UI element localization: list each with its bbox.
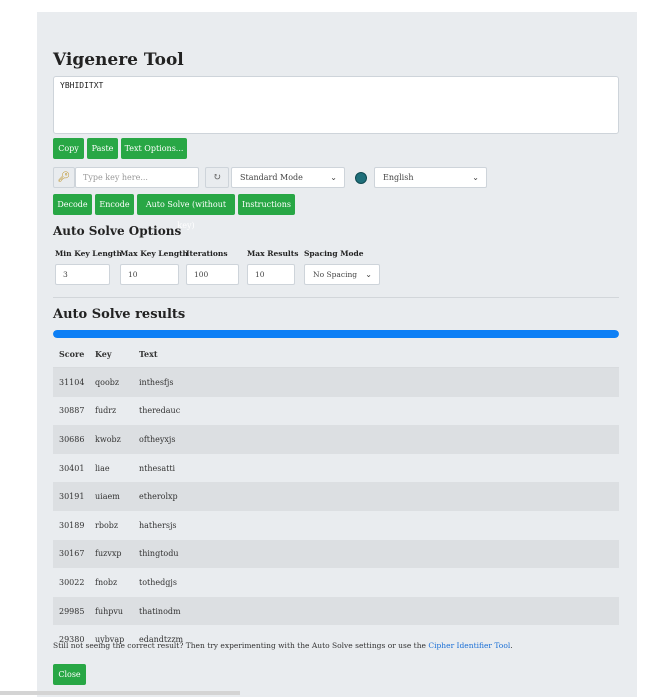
table-row: 30887 fudrz theredauc <box>53 397 619 426</box>
chevron-down-icon: ⌄ <box>365 270 372 279</box>
key-cell: liae <box>95 463 110 473</box>
decode-button[interactable]: Decode <box>53 194 92 215</box>
table-row: 30189 rbobz hathersjs <box>53 511 619 540</box>
table-row: 30022 fnobz tothedgjs <box>53 568 619 597</box>
min-key-length-label: Min Key Length <box>55 249 122 258</box>
auto-solve-button[interactable]: Auto Solve (without key) <box>137 194 235 230</box>
footnote-end: . <box>510 641 513 650</box>
mode-value: Standard Mode <box>240 173 303 182</box>
score-cell: 30887 <box>59 406 85 416</box>
key-cell: fudrz <box>95 406 117 416</box>
auto-solve-options-title: Auto Solve Options <box>53 224 182 238</box>
footnote: Still not seeing the correct result? The… <box>53 641 513 650</box>
text-cell: oftheyxjs <box>138 425 619 454</box>
table-row: 31104 qoobz inthesfjs <box>53 367 619 397</box>
page-title: Vigenere Tool <box>53 50 184 70</box>
text-cell: tothedgjs <box>139 577 177 587</box>
text-header: Text <box>138 340 619 368</box>
mode-select[interactable]: Standard Mode ⌄ <box>231 167 345 188</box>
encode-button[interactable]: Encode <box>95 194 134 215</box>
max-key-length-label: Max Key Length <box>120 249 188 258</box>
score-cell: 30022 <box>59 577 85 587</box>
refresh-button[interactable]: ↻ <box>205 167 229 188</box>
iterations-input[interactable]: 100 <box>186 264 239 285</box>
score-cell: 30401 <box>59 463 85 473</box>
close-button[interactable]: Close <box>53 664 86 685</box>
text-cell: hathersjs <box>139 520 177 530</box>
language-value: English <box>383 173 414 182</box>
language-select[interactable]: English ⌄ <box>374 167 487 188</box>
max-results-label: Max Results <box>247 249 299 258</box>
text-cell: nthesatti <box>139 463 176 473</box>
cipher-identifier-link[interactable]: Cipher Identifier Tool <box>428 641 510 650</box>
auto-solve-results-title: Auto Solve results <box>53 307 186 322</box>
key-cell: qoobz <box>94 367 138 397</box>
table-row: 30686 kwobz oftheyxjs <box>53 425 619 454</box>
key-cell: fuhpvu <box>94 596 138 626</box>
max-results-input[interactable]: 10 <box>247 264 295 285</box>
progress-bar-fill <box>53 330 619 338</box>
score-cell: 30191 <box>53 482 94 511</box>
results-header-row: Score Key Text <box>53 340 619 368</box>
text-cell: etherolxp <box>138 482 619 511</box>
table-row: 29985 fuhpvu thatinodm <box>53 596 619 626</box>
key-cell: kwobz <box>94 425 138 454</box>
text-cell: inthesfjs <box>138 367 619 397</box>
progress-bar <box>53 330 619 338</box>
instructions-button[interactable]: Instructions <box>238 194 295 215</box>
spacing-mode-value: No Spacing <box>313 270 358 279</box>
globe-icon <box>355 172 367 184</box>
paste-button[interactable]: Paste <box>87 138 118 159</box>
score-cell: 30167 <box>53 539 94 569</box>
key-cell: fnobz <box>95 577 118 587</box>
score-cell: 29985 <box>53 596 94 626</box>
chevron-down-icon: ⌄ <box>330 173 337 182</box>
text-cell: thatinodm <box>138 596 619 626</box>
results-table: Score Key Text 31104 qoobz inthesfjs 30887 f… <box>53 340 619 654</box>
section-divider <box>53 297 619 298</box>
table-row: 30401 liae nthesatti <box>53 454 619 483</box>
key-icon: 🔑︎ <box>57 172 71 183</box>
results-table-wrapper: Score Key Text 31104 qoobz inthesfjs 30887 f… <box>53 340 619 654</box>
min-key-length-input[interactable]: 3 <box>55 264 110 285</box>
score-cell: 31104 <box>53 367 94 397</box>
table-row: 30167 fuzvxp thingtodu <box>53 539 619 569</box>
key-cell: fuzvxp <box>94 539 138 569</box>
key-addon: 🔑︎ <box>53 167 75 188</box>
cipher-text-area[interactable]: YBHIDITXT <box>53 76 619 134</box>
score-header: Score <box>53 340 94 368</box>
key-cell: uiaem <box>94 482 138 511</box>
score-cell: 30686 <box>53 425 94 454</box>
score-cell: 30189 <box>59 520 85 530</box>
horizontal-scrollbar[interactable] <box>0 691 240 695</box>
results-body: 31104 qoobz inthesfjs 30887 fudrz theredauc 30… <box>53 367 619 654</box>
refresh-icon: ↻ <box>212 172 222 183</box>
key-header: Key <box>94 340 138 368</box>
spacing-mode-label: Spacing Mode <box>304 249 364 258</box>
text-options-button[interactable]: Text Options... <box>121 138 187 159</box>
max-key-length-input[interactable]: 10 <box>120 264 179 285</box>
key-cell: rbobz <box>95 520 119 530</box>
text-cell: thingtodu <box>138 539 619 569</box>
footnote-text: Still not seeing the correct result? The… <box>53 641 429 650</box>
iterations-label: Iterations <box>186 249 228 258</box>
key-input[interactable]: Type key here... <box>75 167 199 188</box>
text-cell: theredauc <box>139 406 181 416</box>
copy-button[interactable]: Copy <box>53 138 84 159</box>
table-row: 30191 uiaem etherolxp <box>53 482 619 511</box>
chevron-down-icon: ⌄ <box>472 173 479 182</box>
spacing-mode-select[interactable]: No Spacing ⌄ <box>304 264 380 285</box>
